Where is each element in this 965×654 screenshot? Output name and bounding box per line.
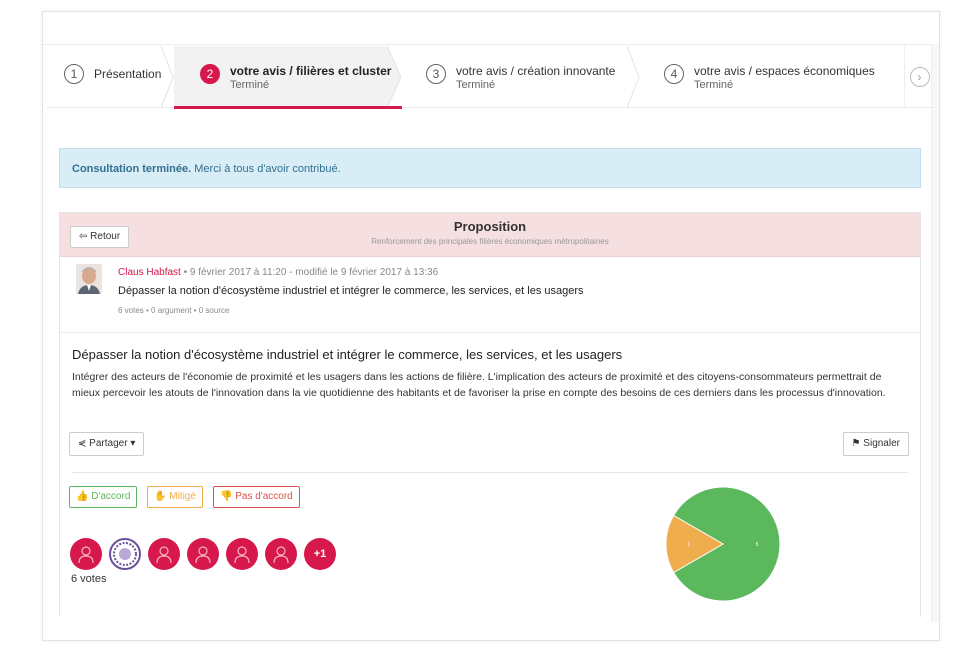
divider: [60, 332, 920, 333]
step-creation-innovante[interactable]: 3 votre avis / création innovante Termin…: [402, 46, 640, 108]
user-icon: [195, 546, 211, 564]
step-filieres-cluster[interactable]: 2 votre avis / filières et cluster Termi…: [174, 46, 403, 109]
report-label: Signaler: [863, 438, 900, 449]
content-heading: Dépasser la notion d'écosystème industri…: [72, 347, 623, 362]
voter-avatar[interactable]: [148, 538, 180, 570]
user-icon: [78, 546, 94, 564]
organization-seal-icon: [113, 542, 137, 566]
voter-avatar[interactable]: [70, 538, 102, 570]
proposal-heading: Proposition: [453, 219, 527, 234]
voter-avatar[interactable]: [265, 538, 297, 570]
voter-avatar[interactable]: [187, 538, 219, 570]
proposal-counts: 6 votes • 0 argument • 0 source: [118, 306, 230, 315]
next-steps-button[interactable]: ›: [904, 46, 934, 108]
vote-mixed-button[interactable]: ✋ Mitigé: [147, 486, 203, 508]
author-avatar[interactable]: [76, 264, 102, 294]
share-label: Partager: [89, 438, 128, 449]
alert-text: Merci à tous d'avoir contribué.: [191, 163, 341, 175]
divider: [72, 472, 908, 473]
step-title: votre avis / filières et cluster: [230, 64, 392, 78]
user-icon: [234, 546, 250, 564]
step-title: votre avis / espaces économiques: [694, 64, 875, 78]
chevron-right-icon: ›: [909, 67, 930, 87]
author-dates: • 9 février 2017 à 11:20 - modifié le 9 …: [180, 267, 439, 278]
step-title: Présentation: [94, 67, 162, 81]
step-number: 4: [664, 64, 684, 84]
vote-mixed-label: Mitigé: [169, 491, 196, 502]
proposal-card: ⇦ Retour Proposition Renforcement des pr…: [59, 212, 921, 617]
thumbs-up-icon: 👍: [76, 491, 89, 502]
step-status: Terminé: [230, 79, 270, 91]
proposal-title: Dépasser la notion d'écosystème industri…: [118, 285, 584, 297]
vote-agree-label: D'accord: [91, 491, 131, 502]
alert-bold-text: Consultation terminée.: [72, 163, 192, 175]
step-separator-icon: [626, 46, 640, 108]
user-icon: [156, 546, 172, 564]
pie-slice-label: 5: [756, 542, 759, 548]
user-icon: [273, 546, 289, 564]
vote-agree-button[interactable]: 👍 D'accord: [69, 486, 138, 508]
thumbs-down-icon: 👎: [220, 491, 233, 502]
share-icon: ⋞: [78, 438, 87, 449]
vote-disagree-button[interactable]: 👎 Pas d'accord: [213, 486, 300, 508]
caret-down-icon: ▾: [130, 438, 136, 449]
share-button[interactable]: ⋞ Partager ▾: [69, 432, 145, 456]
step-number: 3: [426, 64, 446, 84]
proposal-header: ⇦ Retour Proposition Renforcement des pr…: [60, 213, 920, 257]
author-name[interactable]: Claus Habfast: [118, 267, 181, 278]
vote-pie-chart: 51: [665, 486, 781, 602]
step-separator-icon: [387, 46, 403, 108]
step-separator-icon: [160, 46, 174, 108]
step-presentation[interactable]: 1 Présentation: [46, 46, 174, 108]
scroll-gutter: [931, 44, 939, 622]
vote-count: 6 votes: [71, 573, 107, 585]
hand-icon: ✋: [154, 491, 167, 502]
content-body: Intégrer des acteurs de l'économie de pr…: [72, 371, 886, 399]
author-meta: Claus Habfast • 9 février 2017 à 11:20 -…: [118, 267, 438, 278]
report-button[interactable]: ⚑ Signaler: [842, 432, 909, 456]
flag-icon: ⚑: [851, 438, 861, 449]
step-status: Terminé: [694, 79, 734, 91]
vote-disagree-label: Pas d'accord: [235, 491, 293, 502]
voter-avatar[interactable]: [226, 538, 258, 570]
more-voters-badge[interactable]: +1: [304, 538, 336, 570]
step-number: 1: [64, 64, 84, 84]
pie-slice-label: 1: [687, 542, 690, 548]
step-status: Terminé: [456, 79, 496, 91]
step-navigation: 1 Présentation 2 votre avis / filières e…: [46, 46, 934, 109]
consultation-ended-alert: Consultation terminée. Merci à tous d'av…: [59, 148, 921, 188]
step-espaces-economiques[interactable]: 4 votre avis / espaces économiques Termi…: [640, 46, 884, 108]
voter-avatars: +1: [70, 538, 343, 570]
divider: [43, 44, 939, 45]
active-step-underline: [174, 106, 402, 109]
step-number: 2: [200, 64, 220, 84]
voter-avatar-organization[interactable]: [109, 538, 141, 570]
step-title: votre avis / création innovante: [456, 64, 616, 78]
proposal-subheading: Renforcement des principales filières éc…: [371, 237, 609, 246]
